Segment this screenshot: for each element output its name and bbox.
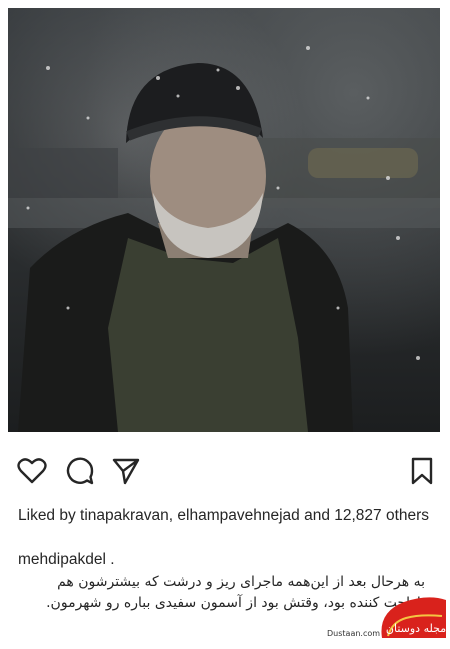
post-photo[interactable] [8, 8, 440, 432]
watermark-url: Dustaan.com [327, 629, 381, 638]
watermark-logo-text: مجله دوستان [386, 622, 446, 635]
paper-plane-icon[interactable] [110, 455, 142, 487]
watermark-logo: مجله دوستان [376, 592, 448, 644]
heart-icon[interactable] [16, 455, 48, 487]
post-caption: به هرحال بعد از این‌همه ماجرای ریز و درش… [46, 574, 425, 611]
bookmark-icon[interactable] [406, 455, 438, 487]
post-author-username[interactable]: mehdipakdel . [18, 551, 115, 569]
likes-summary[interactable]: Liked by tinapakravan, elhampavehnejad a… [18, 505, 438, 526]
post-action-bar [0, 455, 450, 497]
photo-scene [8, 46, 440, 432]
comment-icon[interactable] [64, 455, 96, 487]
